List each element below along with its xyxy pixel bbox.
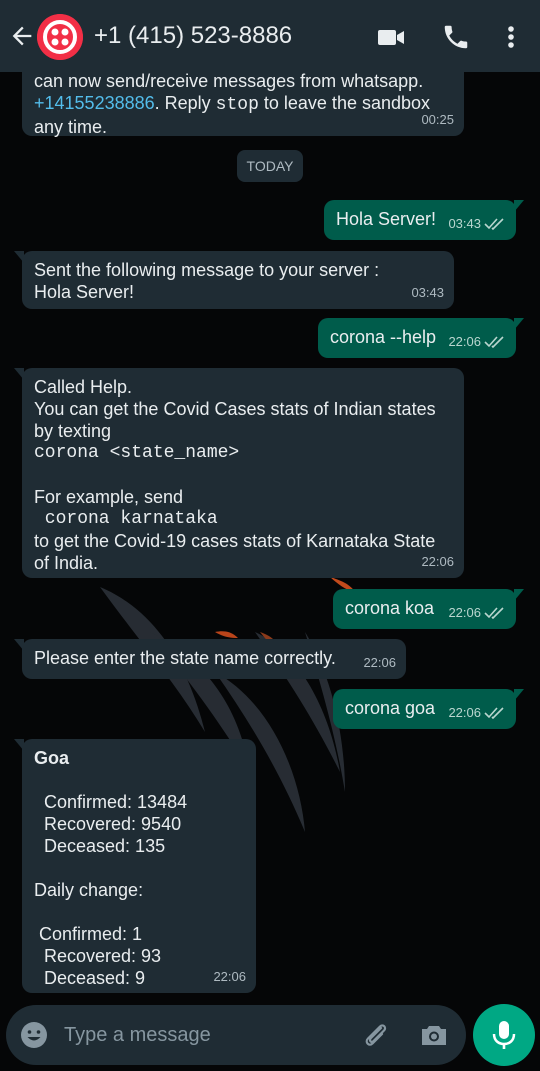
message-meta: 22:06	[448, 331, 506, 353]
attach-icon[interactable]	[361, 1020, 391, 1050]
message-time: 00:25	[421, 112, 454, 127]
message-text: For example, send	[34, 487, 184, 507]
message-input-bar	[6, 1005, 466, 1065]
message-meta: 03:43	[448, 213, 506, 235]
outgoing-message[interactable]: corona --help 22:06	[318, 318, 524, 358]
mic-icon	[492, 1021, 516, 1049]
message-text: corona koa	[345, 598, 435, 618]
daily-recovered: Recovered: 93	[34, 946, 162, 966]
outgoing-message[interactable]: Hola Server! 03:43	[324, 200, 524, 240]
outgoing-message[interactable]: corona goa 22:06	[333, 689, 524, 729]
message-text: of India.	[34, 553, 99, 573]
double-check-icon	[484, 607, 504, 620]
double-check-icon	[484, 336, 504, 349]
daily-confirmed: Confirmed: 1	[34, 924, 143, 944]
video-call-icon[interactable]	[376, 22, 406, 52]
camera-icon[interactable]	[419, 1020, 449, 1050]
chat-header: +1 (415) 523-8886	[0, 0, 540, 72]
date-chip: TODAY	[237, 150, 303, 182]
chat-screen: +1 (415) 523-8886 can now send/receive m…	[0, 0, 540, 1071]
message-time: 22:06	[363, 655, 396, 670]
code-text: corona karnataka	[34, 509, 218, 529]
contact-name[interactable]: +1 (415) 523-8886	[94, 22, 292, 50]
double-check-icon	[484, 218, 504, 231]
more-vertical-icon[interactable]	[496, 22, 526, 52]
outgoing-message[interactable]: corona koa 22:06	[333, 589, 524, 629]
phone-icon[interactable]	[441, 22, 471, 52]
message-text: You can get the Covid Cases stats of Ind…	[34, 399, 436, 419]
message-text: Called Help.	[34, 377, 133, 397]
message-text: to get the Covid-19 cases stats of Karna…	[34, 531, 436, 551]
back-arrow-icon[interactable]	[8, 22, 36, 50]
phone-link[interactable]: +14155238886	[34, 93, 155, 113]
stats-confirmed: Confirmed: 13484	[34, 792, 188, 812]
stats-deceased: Deceased: 135	[34, 836, 166, 856]
incoming-message[interactable]: Sent the following message to your serve…	[14, 251, 454, 309]
message-text: Hola Server!	[336, 209, 437, 229]
message-text: +14155238886. Reply stop to leave the sa…	[34, 93, 431, 115]
message-text: by texting	[34, 421, 112, 441]
message-input[interactable]	[64, 1019, 344, 1051]
message-time: 22:06	[421, 554, 454, 569]
voice-record-button[interactable]	[473, 1004, 535, 1066]
message-time: 03:43	[411, 285, 444, 300]
message-text: can now send/receive messages from whats…	[34, 71, 424, 91]
message-meta: 22:06	[448, 702, 506, 724]
daily-change-label: Daily change:	[34, 880, 144, 900]
stats-title: Goa	[34, 748, 70, 768]
twilio-logo-icon[interactable]	[37, 14, 83, 60]
code-text: corona <state_name>	[34, 443, 240, 463]
double-check-icon	[484, 707, 504, 720]
message-text: Please enter the state name correctly.	[34, 648, 336, 668]
incoming-message[interactable]: Please enter the state name correctly. 2…	[14, 639, 406, 679]
emoji-icon[interactable]	[20, 1021, 48, 1049]
message-text: corona --help	[330, 327, 437, 347]
message-text: corona goa	[345, 698, 436, 718]
incoming-message[interactable]: Called Help. You can get the Covid Cases…	[14, 368, 464, 578]
message-text: Sent the following message to your serve…	[34, 260, 380, 280]
message-meta: 22:06	[448, 602, 506, 624]
message-text: Hola Server!	[34, 282, 135, 302]
stats-recovered: Recovered: 9540	[34, 814, 182, 834]
message-text: any time.	[34, 117, 108, 137]
incoming-message[interactable]: Goa Confirmed: 13484 Recovered: 9540 Dec…	[14, 739, 256, 993]
message-time: 22:06	[213, 969, 246, 984]
